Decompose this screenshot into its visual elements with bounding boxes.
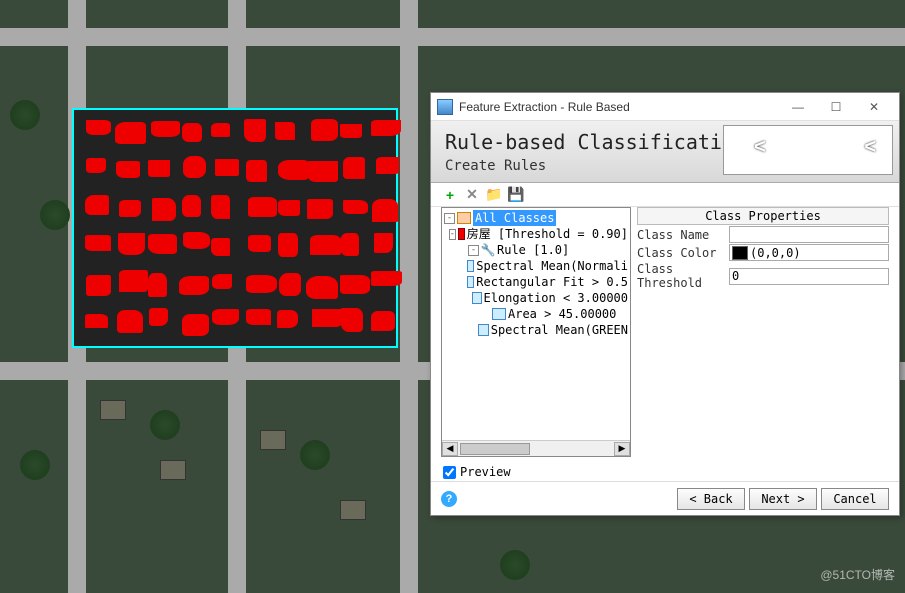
scroll-right-button[interactable]: ▶ <box>614 442 630 456</box>
rule-icon: 🔧 <box>481 244 495 256</box>
class-threshold-input[interactable] <box>729 268 889 285</box>
attribute-icon <box>467 260 475 272</box>
tree-class[interactable]: - 房屋 [Threshold = 0.90] <box>444 226 628 242</box>
color-swatch <box>732 246 748 260</box>
rules-tree-panel: - All Classes - 房屋 [Threshold = 0.90] - … <box>441 207 631 457</box>
app-icon <box>437 99 453 115</box>
tree-class-label: 房屋 [Threshold = 0.90] <box>467 226 628 242</box>
scroll-left-button[interactable]: ◀ <box>442 442 458 456</box>
expand-toggle[interactable]: - <box>449 229 456 240</box>
preview-row: Preview <box>431 463 899 481</box>
close-button[interactable]: ✕ <box>855 96 893 118</box>
watermark: @51CTO博客 <box>820 566 895 583</box>
dialog-footer: ? < Back Next > Cancel <box>431 481 899 515</box>
tree-attr[interactable]: Elongation < 3.00000 <box>444 290 628 306</box>
histogram-preview[interactable]: document.write(Array.from({length:85},(_… <box>723 125 893 175</box>
dialog-heading: Rule-based Classification <box>445 130 746 154</box>
color-value: (0,0,0) <box>750 246 801 260</box>
delete-button[interactable]: ✕ <box>463 186 481 204</box>
scrollbar-track[interactable] <box>458 442 614 456</box>
horizontal-scrollbar[interactable]: ◀ ▶ <box>442 440 630 456</box>
maximize-button[interactable]: ☐ <box>817 96 855 118</box>
back-button[interactable]: < Back <box>677 488 745 510</box>
tree-attr[interactable]: Area > 45.00000 <box>444 306 628 322</box>
tree-attr[interactable]: Spectral Mean(Normali <box>444 258 628 274</box>
class-name-label: Class Name <box>637 228 729 242</box>
dialog-subheading: Create Rules <box>445 158 746 174</box>
feature-extraction-dialog: Feature Extraction - Rule Based — ☐ ✕ Ru… <box>430 92 900 516</box>
rules-tree[interactable]: - All Classes - 房屋 [Threshold = 0.90] - … <box>442 208 630 440</box>
attribute-icon <box>492 308 506 320</box>
minimize-button[interactable]: — <box>779 96 817 118</box>
tree-root[interactable]: - All Classes <box>444 210 628 226</box>
class-threshold-label: Class Threshold <box>637 262 729 290</box>
attribute-icon <box>478 324 489 336</box>
add-class-button[interactable]: + <box>441 186 459 204</box>
folder-icon <box>457 212 471 224</box>
preview-label: Preview <box>460 465 511 479</box>
toolbar: + ✕ 📁 💾 <box>431 183 899 207</box>
tree-attr[interactable]: Rectangular Fit > 0.5 <box>444 274 628 290</box>
titlebar[interactable]: Feature Extraction - Rule Based — ☐ ✕ <box>431 93 899 121</box>
expand-toggle[interactable]: - <box>468 245 479 256</box>
tree-root-label: All Classes <box>473 210 556 226</box>
dialog-header: Rule-based Classification Create Rules d… <box>431 121 899 183</box>
attribute-icon <box>472 292 481 304</box>
properties-header: Class Properties <box>637 207 889 225</box>
class-color-label: Class Color <box>637 246 729 260</box>
class-color-icon <box>458 228 465 240</box>
tree-rule[interactable]: - 🔧 Rule [1.0] <box>444 242 628 258</box>
tree-attr[interactable]: Spectral Mean(GREEN <box>444 322 628 338</box>
attribute-icon <box>467 276 475 288</box>
expand-toggle[interactable]: - <box>444 213 455 224</box>
open-folder-button[interactable]: 📁 <box>485 186 503 204</box>
preview-checkbox[interactable] <box>443 466 456 479</box>
tree-rule-label: Rule [1.0] <box>497 242 569 258</box>
class-properties-panel: Class Properties Class Name Class Color … <box>637 207 889 457</box>
save-button[interactable]: 💾 <box>507 186 525 204</box>
class-name-input[interactable] <box>729 226 889 243</box>
next-button[interactable]: Next > <box>749 488 817 510</box>
window-title: Feature Extraction - Rule Based <box>459 100 779 114</box>
cancel-button[interactable]: Cancel <box>821 488 889 510</box>
class-color-input[interactable]: (0,0,0) <box>729 244 889 261</box>
help-button[interactable]: ? <box>441 491 457 507</box>
scrollbar-thumb[interactable] <box>460 443 530 455</box>
classification-preview-overlay: document.write(Array.from({length:60},(_… <box>72 108 398 348</box>
